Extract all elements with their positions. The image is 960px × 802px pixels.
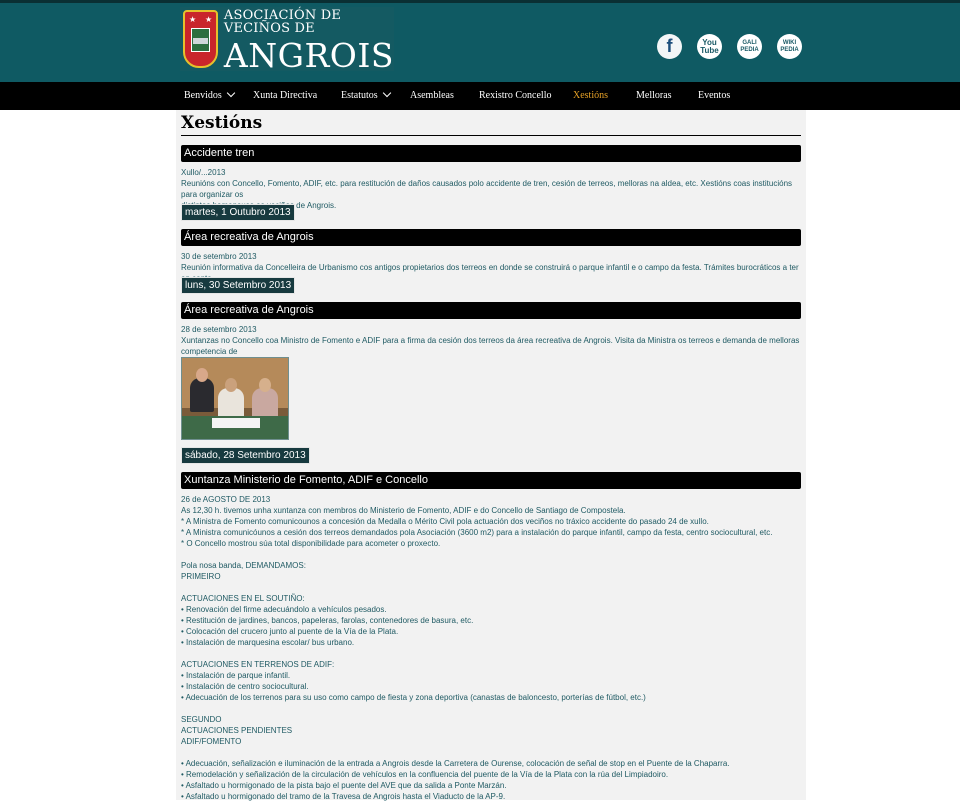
post-date: luns, 30 Setembro 2013	[181, 277, 296, 294]
post-line: • Instalación de centro sociocultural.	[181, 682, 309, 691]
post-line: • Instalación de parque infantil.	[181, 671, 291, 680]
post-body: 26 de AGOSTO DE 2013 As 12,30 h. tivemos…	[181, 494, 801, 802]
logo-title: ANGROIS	[223, 35, 394, 75]
post-line: Xullo/...2013	[181, 168, 226, 177]
post-line: 28 de setembro 2013	[181, 325, 257, 334]
nav-item-benvidos[interactable]: Benvidos	[184, 82, 236, 110]
meeting-photo[interactable]	[181, 357, 289, 440]
post-line	[181, 747, 801, 758]
post-line: Xuntanzas no Concello coa Ministro de Fo…	[181, 336, 800, 356]
post-line: * A Ministra comunicóunos a cesión dos t…	[181, 528, 773, 537]
post-line: PRIMEIRO	[181, 572, 221, 581]
post-line: * O Concello mostrou súa total disponibi…	[181, 539, 441, 548]
post-title[interactable]: Área recreativa de Angrois	[181, 302, 801, 319]
post-line: • Instalación de marquesina escolar/ bus…	[181, 638, 355, 647]
nav-label: Estatutos	[341, 90, 378, 101]
nav-item-xestions[interactable]: Xestións	[573, 82, 608, 110]
site-logo[interactable]: ★ ★ ★ ASOCIACIÓN DE VECIÑOS DE ANGROIS	[180, 7, 394, 75]
post-line: • Asfaltado u hormigonado de la pista ba…	[181, 781, 507, 790]
galipedia-icon[interactable]: GALI PEDIA	[737, 34, 762, 59]
chevron-down-icon	[382, 88, 391, 98]
post-line: • Restitución de jardines, bancos, papel…	[181, 616, 474, 625]
post-date: sábado, 28 Setembro 2013	[181, 447, 310, 464]
nav-item-asembleas[interactable]: Asembleas	[410, 82, 454, 110]
nav-item-melloras[interactable]: Melloras	[636, 82, 672, 110]
youtube-icon[interactable]: You Tube	[697, 34, 722, 59]
post-line: • Remodelación y señalización de la circ…	[181, 770, 669, 779]
site-header: ★ ★ ★ ASOCIACIÓN DE VECIÑOS DE ANGROIS f…	[0, 3, 960, 82]
logo-subtitle: ASOCIACIÓN DE VECIÑOS DE	[223, 7, 342, 36]
main-nav: Benvidos Xunta Directiva Estatutos Asemb…	[0, 82, 960, 110]
nav-item-estatutos[interactable]: Estatutos	[341, 82, 391, 110]
post-line: Pola nosa banda, DEMANDAMOS:	[181, 561, 306, 570]
post-line: 26 de AGOSTO DE 2013	[181, 495, 271, 504]
post-line	[181, 648, 801, 659]
nav-item-rexistro-concello[interactable]: Rexistro Concello	[479, 82, 552, 110]
post-line: As 12,30 h. tivemos unha xuntanza con me…	[181, 506, 626, 515]
post-line: ACTUACIONES EN TERRENOS DE ADIF:	[181, 660, 335, 669]
post-line: ADIF/FOMENTO	[181, 737, 242, 746]
post-line: • Colocación del crucero junto al puente…	[181, 627, 399, 636]
nav-item-eventos[interactable]: Eventos	[698, 82, 730, 110]
post-line: 30 de setembro 2013	[181, 252, 257, 261]
post-line: • Adecuación, señalización e iluminación…	[181, 759, 730, 768]
post-line: • Adecuación de los terrenos para su uso…	[181, 693, 646, 702]
post-line	[181, 549, 801, 560]
post-title[interactable]: Accidente tren	[181, 145, 801, 162]
post-title[interactable]: Xuntanza Ministerio de Fomento, ADIF e C…	[181, 472, 801, 489]
nav-item-xunta-directiva[interactable]: Xunta Directiva	[253, 82, 317, 110]
post-date: martes, 1 Outubro 2013	[181, 204, 295, 221]
post-line: • Asfaltado u hormigonado del tramo de l…	[181, 792, 506, 801]
page-title: Xestións	[181, 113, 801, 136]
post-title[interactable]: Área recreativa de Angrois	[181, 229, 801, 246]
chevron-down-icon	[226, 88, 236, 98]
post-line: • Renovación del firme adecuándolo a veh…	[181, 605, 387, 614]
post-line	[181, 703, 801, 714]
crest-icon: ★ ★ ★	[183, 10, 218, 68]
post-line: ACTUACIONES EN EL SOUTIÑO:	[181, 594, 305, 603]
nav-label: Benvidos	[184, 90, 222, 101]
post-line: * A Ministra de Fomento comunicounos a c…	[181, 517, 709, 526]
post-line	[181, 582, 801, 593]
wikipedia-icon[interactable]: WIKI PEDIA	[777, 34, 802, 59]
post-line: SEGUNDO	[181, 715, 222, 724]
facebook-icon[interactable]: f	[657, 34, 682, 59]
post-line: Reunións con Concello, Fomento, ADIF, et…	[181, 179, 793, 199]
post-line: ACTUACIONES PENDIENTES	[181, 726, 293, 735]
